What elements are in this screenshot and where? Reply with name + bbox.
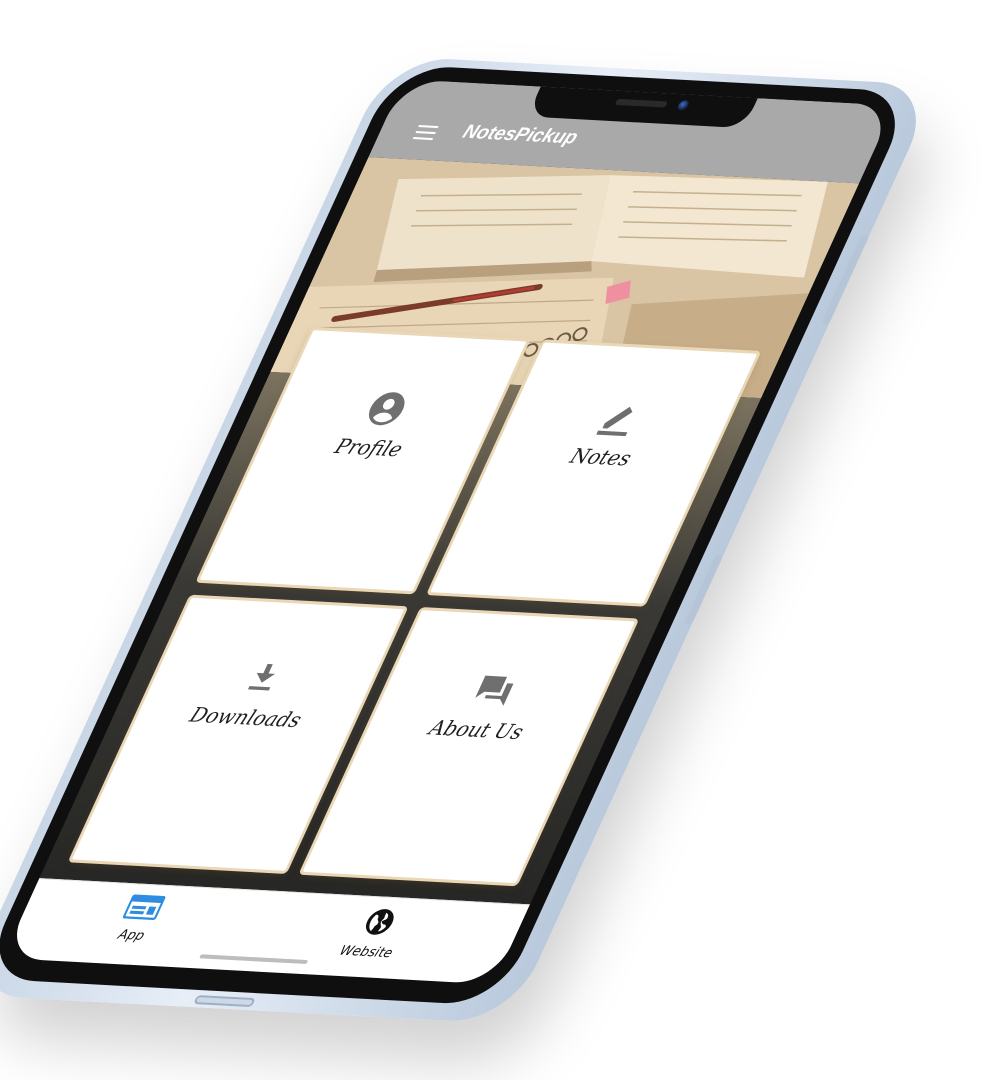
profile-label: Profile [330,433,408,462]
forum-chat-icon [475,675,514,706]
front-camera [676,100,691,111]
nav-label-website: Website [336,943,396,962]
app-title: NotesPickup [459,121,582,149]
speaker [614,98,669,108]
nav-item-website[interactable]: Website [304,905,445,963]
account-circle-icon [368,392,405,426]
app-dashboard-icon [122,894,166,921]
nav-label-app: App [115,927,148,944]
about-us-label: About Us [425,715,528,745]
downloads-label: Downloads [185,702,306,733]
phone-screen: NotesPickup Profile Notes Downloads Abou… [2,79,895,985]
pencil-edit-icon [596,406,633,437]
globe-icon [365,909,394,935]
download-icon [247,663,276,691]
notes-label: Notes [566,443,636,471]
stage: NotesPickup Profile Notes Downloads Abou… [0,0,1000,1080]
hamburger-menu-icon[interactable] [412,125,439,141]
nav-item-app[interactable]: App [69,892,208,946]
phone-device: NotesPickup Profile Notes Downloads Abou… [0,55,938,1025]
